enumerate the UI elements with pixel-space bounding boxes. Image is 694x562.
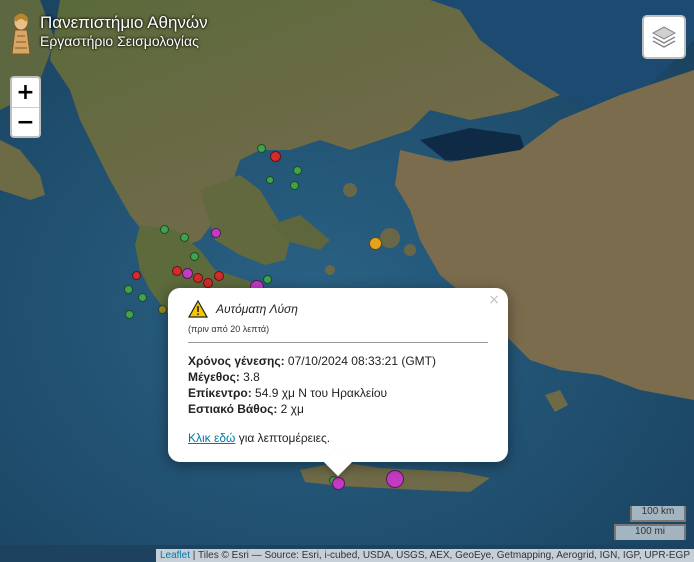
brand-subtitle: Εργαστήριο Σεισμολογίας	[40, 33, 199, 49]
quake-marker-selected[interactable]	[332, 477, 345, 490]
quake-marker[interactable]	[182, 268, 193, 279]
popup-time-ago: (πριν από 20 λεπτά)	[188, 324, 270, 334]
layers-button[interactable]	[642, 15, 686, 59]
quake-marker[interactable]	[266, 176, 274, 184]
attribution: Leaflet | Tiles © Esri — Source: Esri, i…	[156, 549, 694, 562]
origin-time-row: Χρόνος γένεσης: 07/10/2024 08:33:21 (GMT…	[188, 354, 437, 368]
quake-marker[interactable]	[214, 271, 224, 281]
quake-marker[interactable]	[369, 237, 382, 250]
scale-km: 100 km	[630, 506, 686, 522]
details-line: Κλικ εδώ για λεπτομέρειες.	[188, 431, 331, 445]
quake-marker[interactable]	[160, 225, 169, 234]
popup-close-button[interactable]: ×	[488, 292, 500, 308]
quake-marker[interactable]	[203, 278, 213, 288]
quake-marker[interactable]	[172, 266, 182, 276]
scale-bar: 100 km 100 mi	[614, 506, 686, 540]
zoom-out-button[interactable]: −	[12, 107, 39, 136]
warning-icon	[188, 300, 208, 318]
popup-title: Αυτόματη Λύση	[216, 302, 298, 316]
scale-mi: 100 mi	[614, 524, 686, 540]
athena-logo-icon	[11, 13, 31, 55]
layers-icon	[651, 26, 677, 48]
epicenter-row: Επίκεντρο: 54.9 χμ Ν του Ηρακλείου	[188, 386, 388, 400]
zoom-control: + −	[10, 76, 41, 138]
details-link[interactable]: Κλικ εδώ	[188, 431, 235, 445]
brand-title: Πανεπιστήμιο Αθηνών	[40, 13, 208, 32]
depth-row: Εστιακό Βάθος: 2 χμ	[188, 402, 304, 416]
quake-marker[interactable]	[190, 252, 199, 261]
quake-marker[interactable]	[124, 285, 133, 294]
brand-header: Πανεπιστήμιο Αθηνών Εργαστήριο Σεισμολογ…	[8, 12, 208, 56]
quake-marker[interactable]	[158, 305, 167, 314]
zoom-in-button[interactable]: +	[12, 78, 39, 107]
quake-marker[interactable]	[180, 233, 189, 242]
leaflet-link[interactable]: Leaflet	[160, 550, 190, 561]
magnitude-row: Μέγεθος: 3.8	[188, 370, 260, 384]
popup-divider	[188, 342, 488, 343]
quake-marker[interactable]	[270, 151, 281, 162]
map[interactable]: Πανεπιστήμιο Αθηνών Εργαστήριο Σεισμολογ…	[0, 0, 694, 562]
quake-marker[interactable]	[386, 470, 404, 488]
quake-marker[interactable]	[290, 181, 299, 190]
quake-marker[interactable]	[257, 144, 266, 153]
earthquake-popup: × Αυτόματη Λύση (πριν από 20 λεπτά) Χρόν…	[168, 288, 508, 477]
quake-marker[interactable]	[293, 166, 302, 175]
quake-marker[interactable]	[193, 273, 203, 283]
quake-marker[interactable]	[211, 228, 221, 238]
quake-marker[interactable]	[138, 293, 147, 302]
quake-marker[interactable]	[132, 271, 141, 280]
satellite-basemap	[0, 0, 694, 562]
quake-marker[interactable]	[125, 310, 134, 319]
quake-marker[interactable]	[263, 275, 272, 284]
